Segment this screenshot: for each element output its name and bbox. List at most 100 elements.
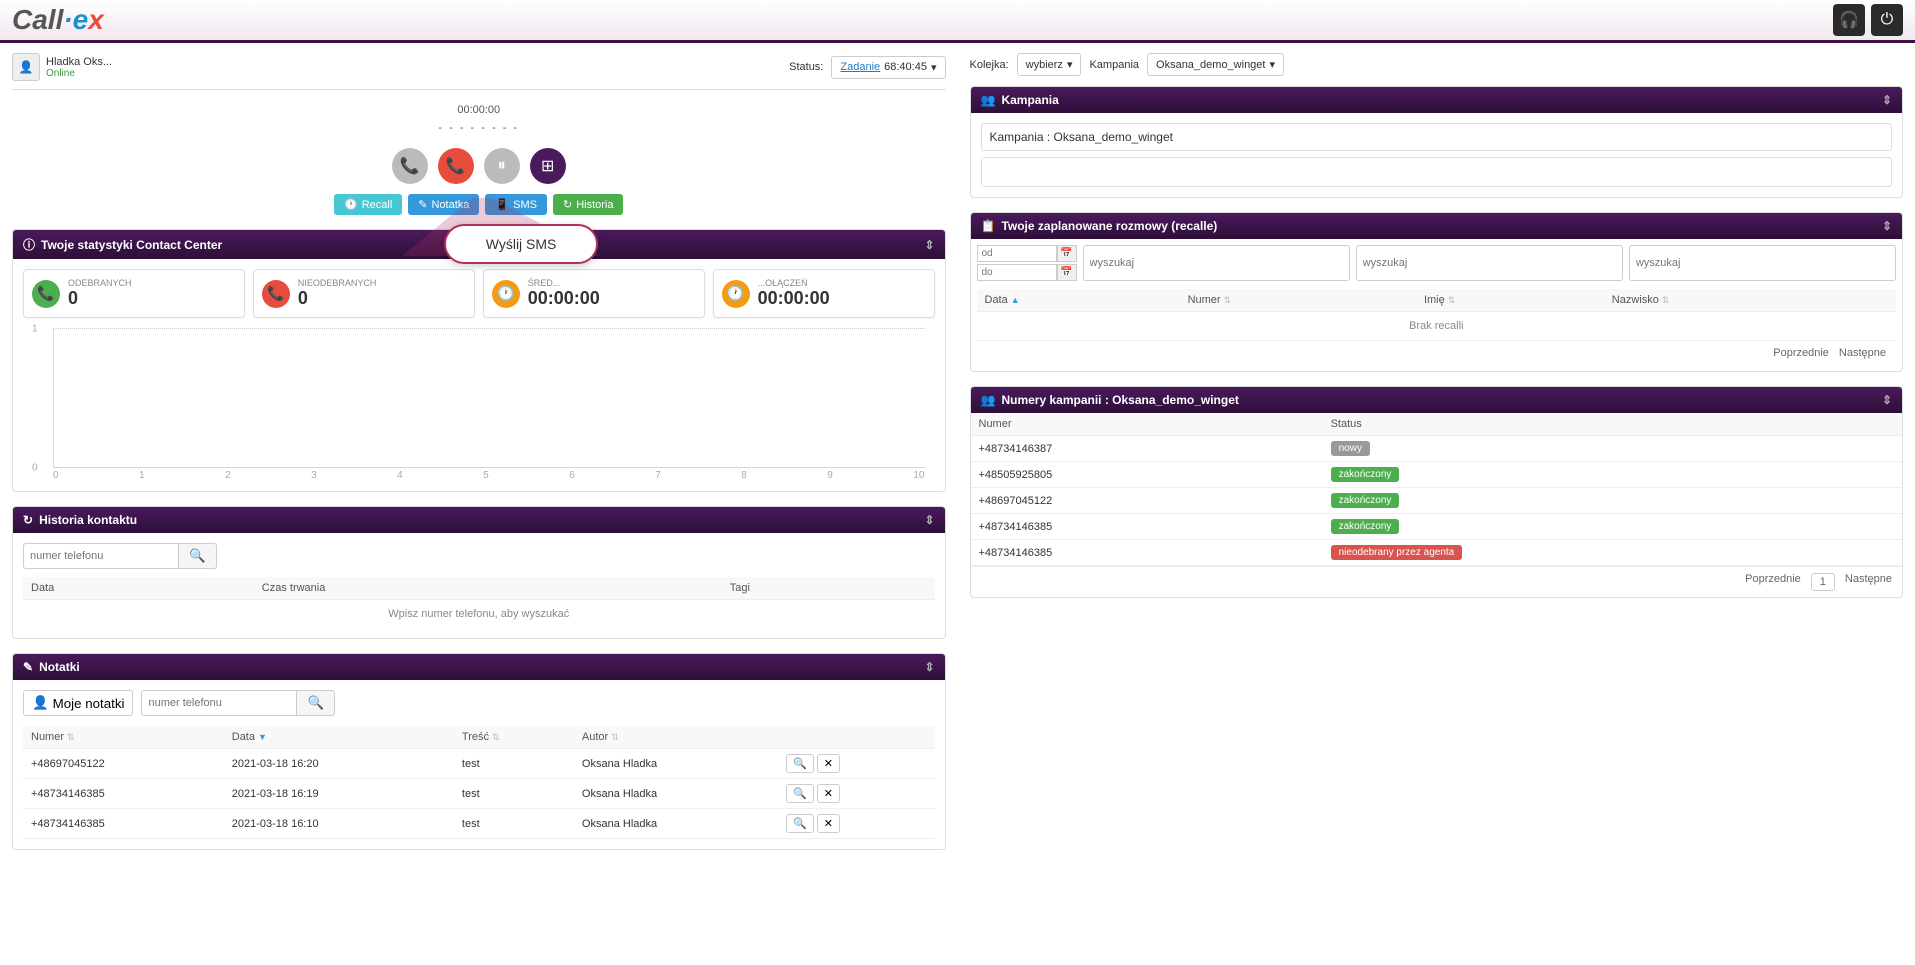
view-button[interactable]: 🔍	[786, 784, 814, 803]
table-row[interactable]: +48734146387 nowy	[971, 436, 1903, 462]
note-date: 2021-03-18 16:20	[224, 749, 454, 779]
drag-icon[interactable]: ⇕	[924, 513, 934, 527]
status-badge: zakończony	[1331, 493, 1400, 508]
call-button[interactable]: 📞	[392, 148, 428, 184]
search-first-input[interactable]	[1356, 245, 1623, 281]
next-link[interactable]: Następne	[1839, 347, 1886, 359]
chart-x-axis: 012345678910	[53, 470, 925, 481]
view-button[interactable]: 🔍	[786, 754, 814, 773]
note-button[interactable]: ✎ Notatka	[408, 194, 479, 215]
page-number[interactable]: 1	[1811, 573, 1835, 591]
search-number-input[interactable]	[1083, 245, 1350, 281]
history-search-button[interactable]: 🔍	[179, 543, 217, 569]
date-to-input[interactable]	[977, 264, 1057, 281]
chevron-down-icon: ▾	[931, 61, 937, 74]
campaign-panel-title: Kampania	[1001, 93, 1058, 107]
table-row[interactable]: +48697045122 zakończony	[971, 488, 1903, 514]
history-button[interactable]: ↻Historia	[553, 194, 624, 215]
note-content: test	[454, 809, 574, 839]
right-column: Kolejka: wybierz ▾ Kampania Oksana_demo_…	[970, 53, 1904, 864]
pencil-icon: ✎	[418, 198, 427, 211]
queue-dropdown[interactable]: wybierz ▾	[1017, 53, 1082, 76]
col-last[interactable]: Nazwisko⇅	[1604, 289, 1896, 312]
notes-search-input[interactable]	[141, 690, 297, 716]
search-last-input[interactable]	[1629, 245, 1896, 281]
col-status[interactable]: Status	[1323, 413, 1902, 436]
delete-button[interactable]: ✕	[817, 784, 840, 803]
campaign-label: Kampania	[1089, 59, 1139, 71]
col-date[interactable]: Data▲	[977, 289, 1180, 312]
user-icon: 👤	[32, 695, 49, 711]
logo-e: ·e	[63, 4, 88, 35]
phone-missed-icon: 📞	[262, 280, 290, 308]
col-content[interactable]: Treść⇅	[454, 726, 574, 749]
history-icon: ↻	[563, 198, 572, 211]
history-icon: ↻	[23, 513, 33, 527]
chevron-down-icon: ▾	[1269, 58, 1275, 71]
drag-icon[interactable]: ⇕	[924, 238, 934, 252]
col-number[interactable]: Numer⇅	[1180, 289, 1416, 312]
pause-button[interactable]: ⏸	[484, 148, 520, 184]
sms-button[interactable]: 📱SMS	[485, 194, 547, 215]
logo: Call·ex	[12, 4, 104, 36]
dialpad-button[interactable]: ⊞	[530, 148, 566, 184]
drag-icon[interactable]: ⇕	[1882, 93, 1892, 107]
sms-tooltip: Wyślij SMS	[444, 224, 599, 264]
calendar-icon[interactable]: 📅	[1057, 264, 1077, 281]
delete-button[interactable]: ✕	[817, 754, 840, 773]
prev-link[interactable]: Poprzednie	[1773, 347, 1829, 359]
col-number[interactable]: Numer⇅	[23, 726, 224, 749]
note-author: Oksana Hladka	[574, 749, 778, 779]
table-row[interactable]: +48734146385 2021-03-18 16:10 test Oksan…	[23, 809, 935, 839]
col-duration[interactable]: Czas trwania	[254, 577, 722, 600]
numbers-title: Numery kampanii : Oksana_demo_winget	[1001, 393, 1238, 407]
headset-icon[interactable]: 🎧	[1833, 4, 1865, 36]
avg-label: ŚRED...	[528, 278, 600, 288]
campaign-number: +48734146387	[971, 436, 1323, 462]
table-row[interactable]: +48734146385 nieodebrany przez agenta	[971, 540, 1903, 566]
total-value: 00:00:00	[758, 288, 830, 309]
col-tags[interactable]: Tagi	[722, 577, 935, 600]
missed-value: 0	[298, 288, 377, 309]
history-empty: Wpisz numer telefonu, aby wyszukać	[23, 600, 935, 628]
note-label: Notatka	[432, 199, 470, 211]
view-button[interactable]: 🔍	[786, 814, 814, 833]
received-value: 0	[68, 288, 132, 309]
avg-value: 00:00:00	[528, 288, 600, 309]
col-date[interactable]: Data▼	[224, 726, 454, 749]
hangup-button[interactable]: 📞	[438, 148, 474, 184]
campaign-text: Kampania : Oksana_demo_winget	[981, 123, 1893, 151]
phone-in-icon: 📞	[32, 280, 60, 308]
status-label: Status:	[789, 61, 823, 73]
recall-button[interactable]: 🕐Recall	[334, 194, 402, 215]
pencil-icon: ✎	[23, 660, 33, 674]
drag-icon[interactable]: ⇕	[1882, 219, 1892, 233]
table-row[interactable]: +48697045122 2021-03-18 16:20 test Oksan…	[23, 749, 935, 779]
notes-search-button[interactable]: 🔍	[297, 690, 335, 716]
user-name: Hladka Oks...	[46, 56, 112, 68]
my-notes-label: Moje notatki	[53, 696, 125, 711]
table-row[interactable]: +48734146385 2021-03-18 16:19 test Oksan…	[23, 779, 935, 809]
table-row[interactable]: +48505925805 zakończony	[971, 462, 1903, 488]
calendar-icon[interactable]: 📅	[1057, 245, 1077, 262]
my-notes-button[interactable]: 👤 Moje notatki	[23, 690, 133, 716]
chevron-down-icon: ▾	[1067, 58, 1073, 71]
next-link[interactable]: Następne	[1845, 573, 1892, 591]
drag-icon[interactable]: ⇕	[924, 660, 934, 674]
power-icon[interactable]: ⏻	[1871, 4, 1903, 36]
campaign-dropdown[interactable]: Oksana_demo_winget ▾	[1147, 53, 1284, 76]
table-row[interactable]: +48734146385 zakończony	[971, 514, 1903, 540]
status-dropdown[interactable]: Zadanie 68:40:45 ▾	[831, 56, 945, 79]
left-column: 👤 Hladka Oks... Online Status: Zadanie 6…	[12, 53, 946, 864]
col-first[interactable]: Imię⇅	[1416, 289, 1604, 312]
clock-icon: 🕐	[492, 280, 520, 308]
delete-button[interactable]: ✕	[817, 814, 840, 833]
history-search-input[interactable]	[23, 543, 179, 569]
prev-link[interactable]: Poprzednie	[1745, 573, 1801, 591]
drag-icon[interactable]: ⇕	[1882, 393, 1892, 407]
col-date[interactable]: Data	[23, 577, 254, 600]
date-from-input[interactable]	[977, 245, 1057, 262]
col-number[interactable]: Numer	[971, 413, 1323, 436]
status-badge: nieodebrany przez agenta	[1331, 545, 1463, 560]
col-author[interactable]: Autor⇅	[574, 726, 778, 749]
